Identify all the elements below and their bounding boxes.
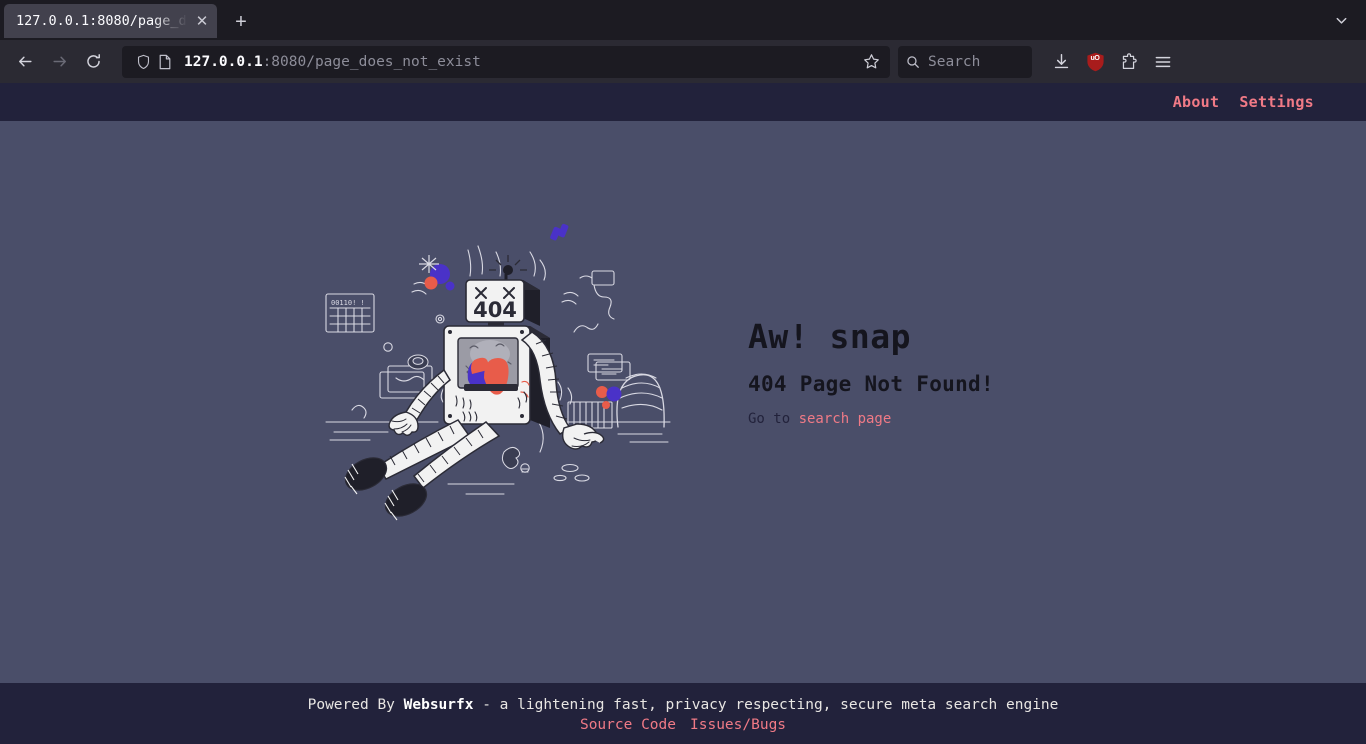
search-input-placeholder: Search — [928, 53, 981, 70]
tracking-protection-shield-icon[interactable] — [132, 52, 154, 72]
new-tab-button[interactable]: + — [225, 6, 257, 38]
footer-tagline: - a lightening fast, privacy respecting,… — [473, 696, 1059, 713]
footer-powered-prefix: Powered By — [307, 696, 404, 713]
nav-link-settings[interactable]: Settings — [1239, 93, 1314, 111]
extensions-puzzle-icon[interactable] — [1112, 46, 1146, 78]
footer-powered-by-line: Powered By Websurfx - a lightening fast,… — [308, 697, 1059, 713]
chevron-down-icon[interactable] — [1326, 6, 1356, 34]
forward-arrow-icon[interactable] — [42, 46, 76, 78]
error-text-block: Aw! snap 404 Page Not Found! Go to searc… — [748, 317, 1048, 427]
error-goto-line: Go to search page — [748, 411, 1048, 427]
hamburger-menu-icon[interactable] — [1146, 46, 1180, 78]
goto-prefix-text: Go to — [748, 411, 799, 427]
error-page-main: 00110! ! 404 Aw! snap 404 Page Not Found… — [0, 121, 1366, 683]
footer-links: Source Code Issues/Bugs — [580, 717, 786, 733]
nav-link-about[interactable]: About — [1173, 93, 1220, 111]
site-header: About Settings — [0, 83, 1366, 121]
footer-link-source-code[interactable]: Source Code — [580, 717, 676, 733]
bookmark-star-icon[interactable] — [858, 49, 884, 75]
navigation-toolbar: 127.0.0.1:8080/page_does_not_exist Searc… — [0, 40, 1366, 83]
page-document-icon — [154, 52, 176, 72]
error-subheading: 404 Page Not Found! — [748, 372, 994, 396]
error-headline: Aw! snap — [748, 317, 911, 356]
ublock-badge-label: uO — [1090, 54, 1100, 62]
reload-icon[interactable] — [76, 46, 110, 78]
footer-link-issues-bugs[interactable]: Issues/Bugs — [690, 717, 786, 733]
site-footer: Powered By Websurfx - a lightening fast,… — [0, 683, 1366, 744]
search-page-link[interactable]: search page — [799, 411, 892, 427]
url-host: 127.0.0.1 — [184, 53, 263, 70]
browser-tab[interactable]: 127.0.0.1:8080/page_d ✕ — [4, 4, 217, 38]
url-path: :8080/page_does_not_exist — [262, 53, 481, 70]
ublock-origin-shield-icon[interactable]: uO — [1078, 46, 1112, 78]
robot-screen-404-text: 404 — [473, 298, 517, 322]
page-viewport: About Settings 00110! ! 404 Aw! snap 404… — [0, 83, 1366, 744]
tab-title: 127.0.0.1:8080/page_d — [16, 13, 187, 29]
svg-text:00110! !: 00110! ! — [331, 299, 365, 307]
toolbar-icons: uO — [1044, 46, 1180, 78]
search-bar[interactable]: Search — [898, 45, 1032, 78]
search-icon — [906, 55, 920, 69]
download-arrow-icon[interactable] — [1044, 46, 1078, 78]
tab-strip: 127.0.0.1:8080/page_d ✕ + — [0, 0, 1366, 40]
close-icon[interactable]: ✕ — [191, 10, 213, 32]
broken-robot-404-illustration: 00110! ! 404 — [318, 222, 688, 522]
footer-brand-name: Websurfx — [403, 696, 474, 713]
back-arrow-icon[interactable] — [8, 46, 42, 78]
url-text: 127.0.0.1:8080/page_does_not_exist — [184, 54, 858, 70]
url-bar[interactable]: 127.0.0.1:8080/page_does_not_exist — [122, 45, 890, 78]
browser-window: 127.0.0.1:8080/page_d ✕ + 127.0.0.1:8080… — [0, 0, 1366, 744]
